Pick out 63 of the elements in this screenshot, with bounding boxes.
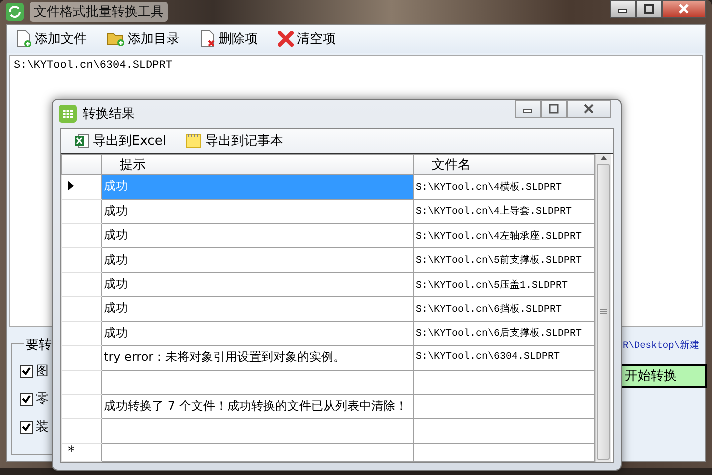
refresh-icon bbox=[6, 3, 24, 21]
table-cell[interactable]: 成功转换了 7 个文件！成功转换的文件已从列表中清除！ bbox=[102, 394, 414, 419]
close-button[interactable] bbox=[662, 0, 706, 18]
output-path: R\Desktop\新建 bbox=[623, 339, 700, 352]
table-cell[interactable]: S:\KYTool.cn\4左轴承座.SLDPRT bbox=[414, 224, 594, 248]
dialog-title: 转换结果 bbox=[83, 106, 135, 123]
checkbox-label: 零 bbox=[36, 391, 49, 408]
close-icon bbox=[278, 31, 294, 47]
column-header[interactable]: 提示 bbox=[102, 154, 414, 175]
maximize-icon bbox=[644, 4, 654, 14]
table-cell[interactable]: 成功 bbox=[102, 296, 414, 322]
table-cell[interactable] bbox=[414, 418, 594, 444]
file-path[interactable]: S:\KYTool.cn\6304.SLDPRT bbox=[14, 60, 698, 72]
table-cell[interactable] bbox=[414, 370, 594, 394]
table-cell[interactable]: S:\KYTool.cn\5前支撑板.SLDPRT bbox=[414, 248, 594, 272]
close-icon bbox=[679, 4, 689, 14]
table-cell[interactable]: 成功 bbox=[102, 199, 414, 224]
start-button[interactable]: 开始转换 bbox=[619, 364, 707, 388]
minimize-button[interactable] bbox=[515, 100, 541, 118]
toolbar-button[interactable]: 清空项 bbox=[275, 28, 339, 50]
spreadsheet-icon bbox=[74, 133, 90, 149]
toolbar-button[interactable]: 添加目录 bbox=[104, 28, 183, 50]
table-cell[interactable]: 成功 bbox=[102, 248, 414, 272]
group-title: 要转 bbox=[24, 336, 54, 354]
checkbox[interactable] bbox=[20, 364, 33, 378]
checkbox[interactable] bbox=[20, 420, 33, 434]
table-cell[interactable]: 成功 bbox=[102, 321, 414, 346]
table-cell[interactable]: 成功 bbox=[102, 272, 414, 297]
close-icon bbox=[584, 104, 594, 114]
grip-icon bbox=[600, 308, 607, 316]
minimize-button[interactable] bbox=[610, 0, 636, 18]
scrollbar[interactable] bbox=[595, 154, 611, 462]
new-row-marker: * bbox=[67, 444, 75, 460]
table-cell[interactable] bbox=[414, 394, 594, 419]
window-title: 文件格式批量转换工具 bbox=[30, 2, 168, 22]
checkbox-label: 图 bbox=[36, 363, 49, 380]
toolbar-button[interactable]: 删除项 bbox=[197, 28, 261, 50]
table-cell[interactable]: S:\KYTool.cn\4横板.SLDPRT bbox=[414, 174, 594, 200]
maximize-button[interactable] bbox=[541, 100, 567, 118]
table-cell[interactable]: S:\KYTool.cn\4上导套.SLDPRT bbox=[414, 199, 594, 224]
maximize-icon bbox=[549, 104, 559, 114]
notepad-icon bbox=[186, 133, 202, 149]
checkbox[interactable] bbox=[20, 392, 33, 406]
table-cell[interactable] bbox=[102, 370, 414, 394]
toolbar-button[interactable]: 添加文件 bbox=[13, 28, 90, 50]
folder-plus-icon bbox=[107, 31, 125, 47]
table-icon bbox=[59, 105, 77, 123]
row-header-corner bbox=[62, 154, 102, 175]
checkbox-label: 装 bbox=[36, 419, 49, 436]
table-cell[interactable]: S:\KYTool.cn\5压盖1.SLDPRT bbox=[414, 272, 594, 297]
table-cell[interactable]: try error：未将对象引用设置到对象的实例。 bbox=[102, 346, 414, 370]
table-cell[interactable]: S:\KYTool.cn\6304.SLDPRT bbox=[414, 346, 594, 370]
file-plus-icon bbox=[16, 30, 32, 48]
table-cell[interactable]: S:\KYTool.cn\6后支撑板.SLDPRT bbox=[414, 321, 594, 346]
toolbar-button[interactable]: 导出到记事本 bbox=[183, 130, 286, 152]
table-cell[interactable]: S:\KYTool.cn\6挡板.SLDPRT bbox=[414, 296, 594, 322]
table-cell[interactable] bbox=[102, 418, 414, 444]
table-cell[interactable]: 成功 bbox=[102, 224, 414, 248]
toolbar-button[interactable]: 导出到Excel bbox=[71, 130, 170, 152]
close-button[interactable] bbox=[567, 100, 611, 118]
column-header[interactable]: 文件名 bbox=[414, 154, 594, 175]
maximize-button[interactable] bbox=[636, 0, 662, 18]
file-delete-icon bbox=[200, 30, 216, 48]
